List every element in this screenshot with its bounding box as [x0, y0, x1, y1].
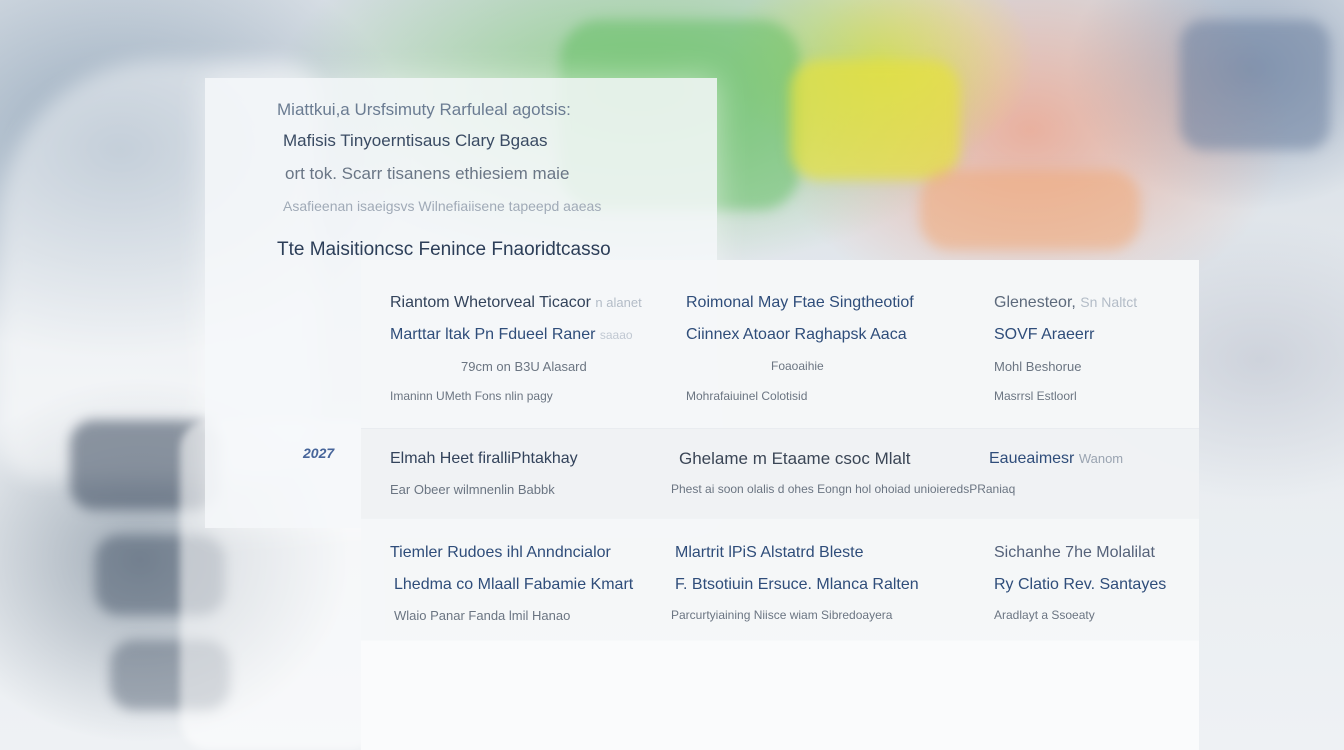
row1-col2-subtitle: Ciinnex Atoaor Raghapsk Aaca [686, 326, 907, 343]
row3-col3-detail: Aradlayt a Ssoeaty [994, 608, 1095, 622]
row1-col3-title-faint: Sn Naltct [1080, 294, 1138, 310]
row3-col3-title: Sichanhe 7he Molalilat [994, 544, 1155, 561]
row3-col1-detail: Wlaio Panar Fanda lmil Hanao [394, 608, 571, 623]
year-label: 2027 [303, 445, 335, 461]
back-panel-heading: Tte Maisitioncsc Fenince Fnaoridtcasso [277, 239, 611, 260]
back-panel-line: Mafisis Tinyoerntisaus Clary Bgaas [283, 131, 548, 150]
back-panel-line: Miattkui,a Ursfsimuty Rarfuleal agotsis: [277, 100, 571, 119]
row1-col2-detail: Mohrafaiuinel Colotisid [686, 389, 808, 403]
row1-col3-subtitle: SOVF Araeerr [994, 326, 1095, 343]
row2-col2-detail: Phest ai soon olalis d ohes Eongn hol oh… [671, 482, 1016, 496]
row3-col3-subtitle: Ry Clatio Rev. Santayes [994, 576, 1167, 593]
row1-col1-meta: 79cm on B3U Alasard [461, 359, 587, 374]
content-row: Tiemler Rudoes ihl Anndncialor Lhedma co… [361, 518, 1199, 640]
back-panel-line: ort tok. Scarr tisanens ethiesiem maie [285, 164, 570, 183]
back-panel-line: Asafieenan isaeigsvs Wilnefiaiisene tape… [283, 198, 602, 214]
row1-col1-detail: Imaninn UMeth Fons nlin pagy [390, 389, 553, 403]
row1-col1-title-faint: n alanet [595, 295, 642, 310]
content-row: Elmah Heet firalliPhtakhay Ear Obeer wil… [361, 428, 1199, 518]
row1-col1-subtitle: Marttar ltak Pn Fdueel Raner saaao [390, 326, 633, 344]
row2-col3-title: Eaueaimesr Wanom [989, 450, 1123, 468]
background-yellow-object [790, 60, 960, 180]
row1-col2-title: Roimonal May Ftae Singtheotiof [686, 294, 914, 311]
empty-area [361, 640, 1199, 750]
row1-col2-meta: Foaoaihie [771, 359, 824, 373]
row1-col1-title-text: Riantom Whetorveal Ticacor [390, 294, 591, 311]
content-row: Riantom Whetorveal Ticacor n alanet Mart… [361, 260, 1199, 428]
row3-col1-title: Tiemler Rudoes ihl Anndncialor [390, 544, 611, 561]
row2-col1-title: Elmah Heet firalliPhtakhay [390, 450, 578, 467]
front-overlay-panel: Riantom Whetorveal Ticacor n alanet Mart… [361, 260, 1199, 750]
row1-col3-title-text: Glenesteor, [994, 294, 1076, 311]
row1-col1-title: Riantom Whetorveal Ticacor n alanet [390, 294, 642, 312]
background-slate-object [1180, 20, 1330, 150]
row1-col3-title: Glenesteor, Sn Naltct [994, 294, 1137, 312]
row1-col3-detail: Masrrsl Estloorl [994, 389, 1077, 403]
row2-col1-detail: Ear Obeer wilmnenlin Babbk [390, 482, 555, 497]
row1-col1-subtitle-text: Marttar ltak Pn Fdueel Raner [390, 326, 596, 343]
row2-col3-title-text: Eaueaimesr [989, 450, 1075, 467]
row3-col1-subtitle: Lhedma co Mlaall Fabamie Kmart [394, 576, 634, 593]
row2-col2-title: Ghelame m Etaame csoc Mlalt [679, 449, 911, 468]
row3-col2-detail: Parcurtyiaining Niisce wiam Sibredoayera [671, 608, 893, 622]
row3-col2-subtitle: F. Btsotiuin Ersuce. Mlanca Ralten [675, 576, 919, 593]
row1-col1-subtitle-faint: saaao [599, 328, 633, 342]
row1-col3-meta: Mohl Beshorue [994, 359, 1082, 374]
background-orange-object [920, 170, 1140, 250]
row2-col3-title-faint: Wanom [1078, 451, 1124, 466]
row3-col2-title: Mlartrit lPiS Alstatrd Bleste [675, 544, 864, 561]
